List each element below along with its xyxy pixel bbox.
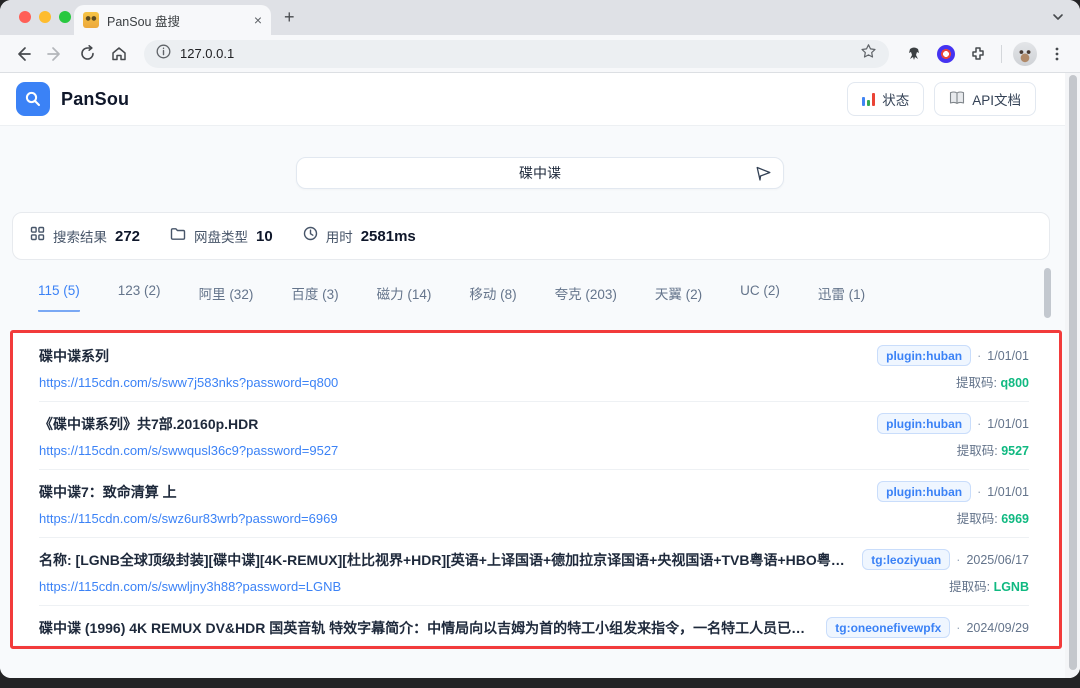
tab-mobile[interactable]: 移动 (8): [469, 283, 516, 312]
tab-115[interactable]: 115 (5): [38, 283, 80, 312]
back-icon[interactable]: [10, 41, 36, 67]
stat-time: 用时 2581ms: [303, 226, 416, 246]
window-controls: [19, 11, 71, 23]
bookmark-star-icon[interactable]: [860, 43, 877, 65]
result-link[interactable]: https://115cdn.com/s/swz6ur83wrb?passwor…: [39, 511, 945, 526]
new-tab-button[interactable]: +: [284, 7, 295, 27]
grid-icon: [30, 226, 45, 246]
extract-code: 9527: [1001, 444, 1029, 458]
brand-title: PanSou: [61, 89, 129, 110]
browser-window: PanSou 盘搜 × + 127.0.0.1: [0, 0, 1080, 678]
source-badge: tg:oneonefivewpfx: [826, 617, 950, 638]
bar-chart-icon: [862, 92, 875, 106]
close-window-button[interactable]: [19, 11, 31, 23]
send-icon[interactable]: [755, 165, 772, 185]
book-icon: [949, 91, 965, 108]
stat-results: 搜索结果 272: [30, 226, 140, 246]
stats-bar: 搜索结果 272 网盘类型 10 用时 2581ms: [12, 212, 1050, 260]
profile-avatar-icon[interactable]: [1012, 41, 1038, 67]
favicon-icon: [83, 12, 99, 28]
result-date: 1/01/01: [987, 417, 1029, 431]
time-value: 2581ms: [361, 228, 416, 245]
result-date: 2025/06/17: [966, 553, 1029, 567]
extension-blue-icon[interactable]: [933, 41, 959, 67]
folder-icon: [170, 227, 186, 246]
extract-code: q800: [1001, 376, 1030, 390]
result-date: 2024/09/29: [966, 621, 1029, 635]
types-count: 10: [256, 228, 273, 245]
toolbar-divider: [1001, 45, 1002, 63]
extension-icon[interactable]: [901, 41, 927, 67]
page-scrollbar-thumb[interactable]: [1069, 75, 1077, 670]
source-badge: plugin:huban: [877, 345, 971, 366]
tab-tianyi[interactable]: 天翼 (2): [655, 283, 702, 312]
source-badge: tg:leoziyuan: [862, 549, 950, 570]
result-title: 《碟中谍系列》共7部.20160p.HDR: [39, 414, 865, 434]
result-link[interactable]: https://115cdn.com/s/swwljny3h88?passwor…: [39, 579, 937, 594]
result-date: 1/01/01: [987, 349, 1029, 363]
results-scrollbar-thumb[interactable]: [1044, 268, 1051, 318]
provider-tabs: 115 (5) 123 (2) 阿里 (32) 百度 (3) 磁力 (14) 移…: [38, 283, 1080, 312]
tab-close-icon[interactable]: ×: [254, 13, 262, 27]
result-title: 名称: [LGNB全球顶级封装][碟中谍][4K-REMUX][杜比视界+HDR…: [39, 550, 850, 570]
browser-tab[interactable]: PanSou 盘搜 ×: [74, 5, 271, 35]
menu-dots-icon[interactable]: [1044, 41, 1070, 67]
site-info-icon[interactable]: [156, 44, 171, 64]
source-badge: plugin:huban: [877, 413, 971, 434]
extract-code: 6969: [1001, 512, 1029, 526]
reload-icon[interactable]: [74, 41, 100, 67]
pansou-page: PanSou 状态 API文档 碟中谍: [0, 73, 1080, 678]
search-value: 碟中谍: [519, 163, 561, 183]
result-title: 碟中谍7：致命清算 上: [39, 482, 865, 502]
result-row[interactable]: 碟中谍7：致命清算 上 plugin:huban · 1/01/01 https…: [39, 470, 1029, 538]
address-bar[interactable]: 127.0.0.1: [144, 40, 889, 68]
zoom-window-button[interactable]: [59, 11, 71, 23]
results-list: 碟中谍系列 plugin:huban · 1/01/01 https://115…: [13, 333, 1059, 645]
result-link[interactable]: https://115cdn.com/s/sww7j583nks?passwor…: [39, 375, 944, 390]
tab-quark[interactable]: 夸克 (203): [555, 283, 617, 312]
tab-title: PanSou 盘搜: [107, 11, 246, 30]
clock-icon: [303, 226, 318, 246]
results-count: 272: [115, 228, 140, 245]
extract-code: LGNB: [994, 580, 1029, 594]
site-header: PanSou 状态 API文档: [0, 73, 1080, 126]
source-badge: plugin:huban: [877, 481, 971, 502]
minimize-window-button[interactable]: [39, 11, 51, 23]
search-input[interactable]: 碟中谍: [296, 157, 784, 189]
tab-baidu[interactable]: 百度 (3): [291, 283, 338, 312]
pansou-logo-icon[interactable]: [16, 82, 50, 116]
home-icon[interactable]: [106, 41, 132, 67]
tab-uc[interactable]: UC (2): [740, 283, 780, 312]
url-text[interactable]: 127.0.0.1: [180, 46, 234, 61]
stat-types: 网盘类型 10: [170, 226, 273, 246]
tab-xunlei[interactable]: 迅雷 (1): [818, 283, 865, 312]
result-title: 碟中谍系列: [39, 346, 865, 366]
result-row[interactable]: 《碟中谍系列》共7部.20160p.HDR plugin:huban · 1/0…: [39, 402, 1029, 470]
extensions-puzzle-icon[interactable]: [965, 41, 991, 67]
api-docs-button[interactable]: API文档: [934, 82, 1036, 116]
result-row[interactable]: 名称: [LGNB全球顶级封装][碟中谍][4K-REMUX][杜比视界+HDR…: [39, 538, 1029, 606]
tab-magnet[interactable]: 磁力 (14): [377, 283, 432, 312]
browser-tab-strip: PanSou 盘搜 × +: [0, 0, 1080, 35]
tab-123[interactable]: 123 (2): [118, 283, 161, 312]
tab-aliyun[interactable]: 阿里 (32): [199, 283, 254, 312]
result-link[interactable]: https://115cdn.com/s/swwqusl36c9?passwor…: [39, 443, 945, 458]
browser-toolbar: 127.0.0.1: [0, 35, 1080, 73]
status-button[interactable]: 状态: [847, 82, 924, 116]
result-row[interactable]: 碟中谍系列 plugin:huban · 1/01/01 https://115…: [39, 334, 1029, 402]
result-title: 碟中谍 (1996) 4K REMUX DV&HDR 国英音轨 特效字幕简介：中…: [39, 618, 814, 638]
result-date: 1/01/01: [987, 485, 1029, 499]
page-scrollbar[interactable]: [1065, 73, 1080, 678]
tab-search-chevron-icon[interactable]: [1050, 9, 1066, 25]
result-row[interactable]: 碟中谍 (1996) 4K REMUX DV&HDR 国英音轨 特效字幕简介：中…: [39, 606, 1029, 645]
forward-icon[interactable]: [42, 41, 68, 67]
